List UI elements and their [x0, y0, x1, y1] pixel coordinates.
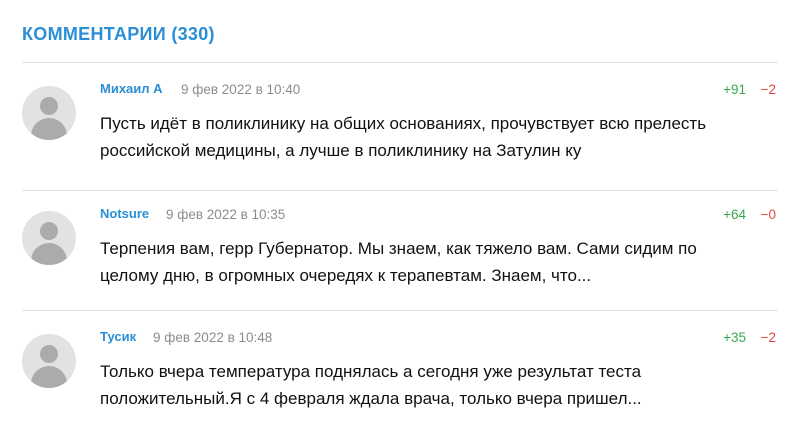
- avatar-body: [31, 243, 67, 265]
- comment-date: 9 фев 2022 в 10:48: [153, 330, 273, 345]
- vote-down-button[interactable]: −2: [752, 82, 776, 97]
- comment-date: 9 фев 2022 в 10:35: [166, 207, 286, 222]
- vote-up-button[interactable]: +35: [716, 330, 746, 345]
- comment-author-link[interactable]: Тусик: [100, 329, 136, 344]
- vote-down-button[interactable]: −2: [752, 330, 776, 345]
- avatar-body: [31, 118, 67, 140]
- comment-text: Только вчера температура поднялась а сег…: [100, 362, 642, 408]
- comment-item: Михаил А 9 фев 2022 в 10:40 +91 −2 Пусть…: [0, 66, 800, 190]
- avatar-user-silhouette-icon[interactable]: [22, 86, 76, 140]
- comments-heading: КОММЕНТАРИИ (330): [22, 24, 215, 44]
- avatar-head: [40, 345, 58, 363]
- avatar-body: [31, 366, 67, 388]
- comment-item: Тусик 9 фев 2022 в 10:48 +35 −2 Только в…: [0, 314, 800, 438]
- comment-item: Notsure 9 фев 2022 в 10:35 +64 −0 Терпен…: [0, 191, 800, 315]
- comments-section: КОММЕНТАРИИ (330) Михаил А 9 фев 2022 в …: [0, 0, 800, 431]
- vote-down-button[interactable]: −0: [752, 207, 776, 222]
- divider: [22, 62, 778, 63]
- comment-text: Терпения вам, герр Губернатор. Мы знаем,…: [100, 239, 697, 285]
- comment-author-link[interactable]: Михаил А: [100, 81, 163, 96]
- vote-up-button[interactable]: +64: [716, 207, 746, 222]
- avatar-user-silhouette-icon[interactable]: [22, 334, 76, 388]
- comment-author-link[interactable]: Notsure: [100, 206, 149, 221]
- avatar-head: [40, 222, 58, 240]
- avatar-head: [40, 97, 58, 115]
- vote-up-button[interactable]: +91: [716, 82, 746, 97]
- comment-text: Пусть идёт в поликлинику на общих основа…: [100, 114, 707, 160]
- comment-date: 9 фев 2022 в 10:40: [181, 82, 301, 97]
- divider: [22, 310, 778, 311]
- avatar-user-silhouette-icon[interactable]: [22, 211, 76, 265]
